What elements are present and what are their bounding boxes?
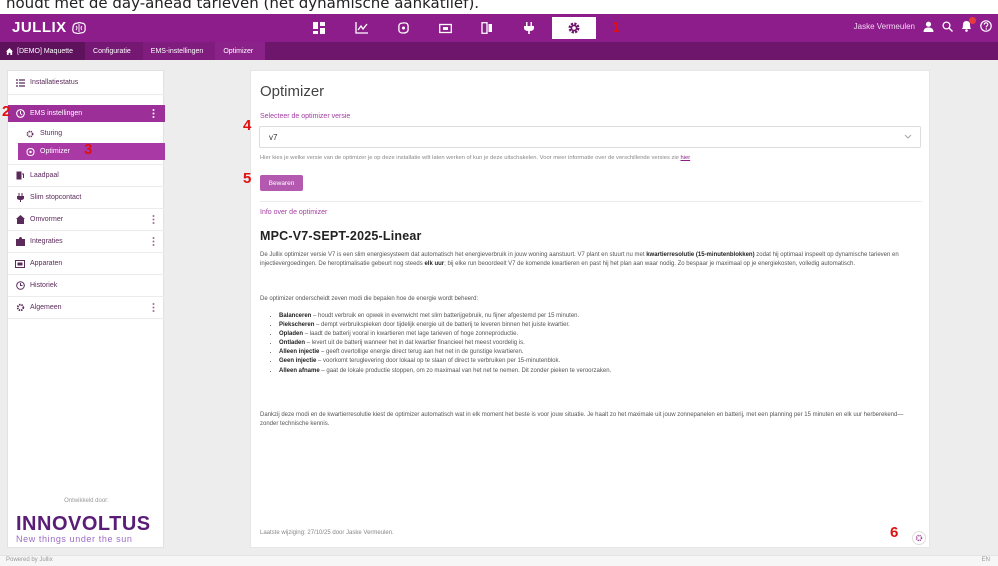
sidebar-item-algemeen[interactable]: Algemeen — [8, 299, 165, 316]
notifications-button[interactable] — [961, 17, 976, 32]
status-list-icon — [15, 78, 25, 87]
gear-small-icon — [26, 130, 34, 137]
sidebar-item-historiek[interactable]: Historiek — [8, 277, 165, 294]
modes-list: Balanceren – houdt verbruik en opwek in … — [279, 312, 919, 376]
annotation-6: 6 — [890, 524, 899, 541]
battery-box-icon — [438, 23, 452, 33]
sidebar-item-ems-instellingen[interactable]: EMS instellingen — [8, 105, 165, 122]
help-button[interactable] — [980, 20, 992, 32]
document-caption: houdt met de day-ahead tarieven (het dyn… — [0, 0, 998, 14]
optimizer-icon — [25, 147, 35, 156]
version-select[interactable]: v7 — [259, 126, 921, 148]
nav-devices[interactable] — [468, 17, 506, 39]
nav-dashboard[interactable] — [300, 17, 338, 39]
top-bar: JULLIX Jaske Vermeulen — [0, 14, 998, 42]
sidebar-item-laadpaal[interactable]: Laadpaal — [8, 167, 165, 184]
search-icon — [942, 20, 953, 32]
sidebar-item-installatiestatus[interactable]: Installatiestatus — [8, 74, 165, 91]
save-button[interactable]: Bewaren — [260, 175, 303, 191]
nav-settings[interactable] — [552, 17, 596, 39]
list-item: Geen injectie – voorkomt teruglevering d… — [279, 357, 919, 366]
annotation-2: 2 — [2, 103, 11, 120]
home-icon — [6, 47, 13, 55]
version-select-label: Selecteer de optimizer versie — [260, 113, 351, 120]
sidebar-item-integraties[interactable]: Integraties — [8, 233, 165, 250]
nav-charging[interactable] — [510, 17, 548, 39]
powered-by-footer: Powered by Jullix — [6, 557, 53, 563]
annotation-4: 4 — [243, 117, 252, 134]
annotation-3: 3 — [84, 141, 93, 158]
user-area: Jaske Vermeulen — [854, 17, 992, 32]
summary-paragraph: Dankzij deze modi en de kwartierresoluti… — [260, 412, 904, 428]
app-logo[interactable]: JULLIX — [12, 19, 87, 36]
breadcrumb-ems[interactable]: EMS-instellingen — [142, 42, 216, 60]
description-paragraph: De Jullix optimizer versie V7 is een sli… — [260, 252, 899, 268]
version-help-text: Hier kies je welke versie van de optimiz… — [260, 155, 691, 161]
sidebar-item-slim-stopcontact[interactable]: Slim stopcontact — [8, 189, 165, 206]
kebab-icon[interactable] — [152, 215, 155, 224]
breadcrumb-maquette[interactable]: [DEMO] Maquette — [0, 42, 86, 60]
history-icon — [15, 281, 25, 290]
algorithm-title: MPC-V7-SEPT-2025-Linear — [260, 229, 422, 243]
divider — [260, 201, 922, 202]
kebab-icon[interactable] — [152, 109, 155, 118]
plug-icon — [524, 22, 534, 34]
list-item: Alleen afname – gaat de lokale productie… — [279, 367, 919, 376]
page-title: Optimizer — [260, 83, 325, 100]
phone-icon — [481, 22, 492, 34]
notification-badge — [969, 17, 976, 24]
help-icon — [980, 20, 992, 32]
user-name[interactable]: Jaske Vermeulen — [854, 22, 915, 31]
devices-icon — [15, 259, 25, 268]
last-modified: Laatste wijziging: 27/10/25 door Jaske V… — [260, 530, 394, 536]
annotation-5: 5 — [243, 170, 252, 187]
settings-icon — [16, 303, 24, 312]
list-item: Balanceren – houdt verbruik en opwek in … — [279, 312, 919, 321]
sidebar-item-omvormer[interactable]: Omvormer — [8, 211, 165, 228]
ems-icon — [15, 109, 25, 118]
list-item: Opladen – laadt de batterij vooral in kw… — [279, 330, 919, 339]
chevron-down-icon — [904, 134, 912, 139]
sidebar-item-apparaten[interactable]: Apparaten — [8, 255, 165, 272]
app-name: JULLIX — [12, 19, 67, 36]
list-item: Alleen injectie – geeft overtollige ener… — [279, 348, 919, 357]
list-item: Piekscheren – dempt verbruikspieken door… — [279, 321, 919, 330]
chart-icon — [354, 22, 368, 34]
search-button[interactable] — [942, 20, 953, 32]
user-icon — [923, 21, 934, 32]
settings-fab[interactable] — [912, 531, 926, 545]
info-label: Info over de optimizer — [260, 209, 328, 216]
brand-tagline: New things under the sun — [16, 534, 133, 544]
breadcrumb-configuratie[interactable]: Configuratie — [85, 42, 143, 60]
list-item: Ontladen – levert uit de batterij wannee… — [279, 339, 919, 348]
brain-icon — [397, 22, 409, 34]
nav-battery[interactable] — [426, 17, 464, 39]
plug-small-icon — [16, 193, 24, 202]
kebab-icon[interactable] — [152, 237, 155, 246]
nav-charts[interactable] — [342, 17, 380, 39]
puzzle-icon — [15, 237, 25, 246]
language-switch[interactable]: EN — [982, 557, 990, 563]
nav-ai[interactable] — [384, 17, 422, 39]
bottom-bar: Powered by Jullix EN — [0, 555, 998, 566]
optimizer-panel: Optimizer Selecteer de optimizer versie … — [250, 70, 930, 548]
gear-icon — [915, 534, 923, 542]
version-select-value: v7 — [269, 132, 278, 142]
account-button[interactable] — [923, 21, 934, 32]
powered-by-label: Ontwikkeld door: — [64, 498, 109, 504]
sidebar-item-sturing[interactable]: Sturing — [18, 125, 165, 142]
charger-icon — [16, 171, 24, 180]
breadcrumb-optimizer: Optimizer — [215, 42, 266, 60]
main-nav — [300, 17, 600, 39]
kebab-icon[interactable] — [152, 303, 155, 312]
modes-intro: De optimizer onderscheidt zeven modi die… — [260, 296, 479, 302]
inverter-icon — [15, 215, 25, 224]
annotation-1: 1 — [612, 19, 621, 36]
dashboard-icon — [313, 22, 325, 34]
brain-logo-icon — [71, 21, 86, 34]
breadcrumb: [DEMO] Maquette Configuratie EMS-instell… — [0, 42, 998, 60]
help-link[interactable]: hier — [681, 155, 691, 161]
gear-icon — [568, 22, 580, 34]
brand-logo[interactable]: INNOVOLTUS — [16, 513, 151, 536]
